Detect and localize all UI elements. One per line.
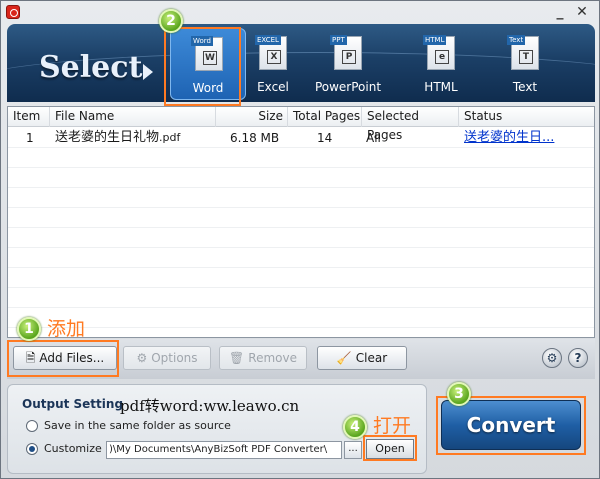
cell-item: 1 [26, 131, 34, 145]
radio-same-folder[interactable] [26, 420, 38, 432]
format-tag: HTML [423, 35, 447, 45]
format-tag: Text [507, 35, 526, 45]
table-row[interactable]: 1 送老婆的生日礼物.pdf 6.18 MB 14 All 送老婆的生日... [8, 128, 594, 148]
text-doc-icon: Text T [507, 35, 539, 70]
remove-button[interactable]: 🗑 Remove [219, 346, 307, 370]
clear-button[interactable]: 🧹 Clear [317, 346, 407, 370]
cell-file-name: 送老婆的生日礼物.pdf [55, 128, 180, 148]
file-table[interactable]: Item File Name Size Total Pages Selected… [7, 106, 595, 338]
format-label: Text [512, 80, 538, 94]
format-text-button[interactable]: Text T Text [487, 28, 563, 100]
remove-label: Remove [248, 351, 297, 365]
format-html-button[interactable]: HTML e HTML [403, 28, 479, 100]
output-path-field[interactable]: )\My Documents\AnyBizSoft PDF Converter\ [106, 441, 342, 459]
cell-size: 6.18 MB [230, 131, 280, 145]
excel-doc-icon: EXCEL X [255, 35, 287, 70]
file-ext-text: .pdf [159, 131, 181, 144]
cell-status-link[interactable]: 送老婆的生日... [464, 128, 554, 148]
browse-button[interactable]: ... [344, 441, 362, 459]
column-header-status[interactable]: Status [459, 107, 595, 127]
step-1-note: 添加 [47, 318, 86, 340]
options-label: Options [151, 351, 198, 365]
broom-icon: 🧹 [336, 351, 352, 365]
gear-icon: ⚙ [136, 351, 148, 365]
title-bar: _ ✕ [1, 1, 599, 23]
step-4-badge: 4 [343, 415, 367, 439]
trash-icon: 🗑 [229, 351, 245, 365]
table-row [8, 248, 594, 268]
highlight-add-files [7, 340, 119, 377]
cell-selected-pages: All [366, 131, 381, 145]
format-glyph: e [435, 50, 449, 64]
same-folder-label[interactable]: Save in the same folder as source [44, 419, 231, 432]
table-header: Item File Name Size Total Pages Selected… [8, 107, 595, 142]
options-button[interactable]: ⚙ Options [123, 346, 211, 370]
table-row [8, 148, 594, 168]
cell-total-pages: 14 [317, 131, 333, 145]
table-row [8, 288, 594, 308]
highlight-word [164, 27, 241, 106]
step-1-badge: 1 [17, 317, 41, 341]
step-4-note: 打开 [373, 415, 412, 437]
format-label: Excel [257, 80, 289, 94]
format-label: PowerPoint [314, 80, 382, 94]
help-button[interactable]: ? [568, 348, 588, 368]
radio-customize[interactable] [26, 443, 38, 455]
table-row [8, 168, 594, 188]
format-tag: EXCEL [255, 35, 281, 45]
customize-label[interactable]: Customize [44, 442, 102, 455]
format-tag: PPT [330, 35, 347, 45]
table-row [8, 308, 594, 328]
app-logo-icon [6, 5, 20, 19]
table-row [8, 188, 594, 208]
format-excel-button[interactable]: EXCEL X Excel [235, 28, 311, 100]
app-window: _ ✕ Select Word W Word EXCEL X Excel PPT… [0, 0, 600, 479]
column-header-selected-pages[interactable]: Selected Pages [362, 107, 459, 142]
html-doc-icon: HTML e [423, 35, 455, 70]
file-name-text: 送老婆的生日礼物 [55, 130, 160, 145]
step-3-badge: 3 [447, 382, 471, 406]
select-label: Select [39, 50, 143, 85]
format-label: HTML [424, 80, 458, 94]
wrench-icon: ⚙ [546, 351, 558, 365]
help-icon: ? [574, 351, 582, 365]
settings-button[interactable]: ⚙ [542, 348, 562, 368]
close-button[interactable]: ✕ [573, 3, 591, 21]
format-glyph: P [342, 50, 356, 64]
table-row [8, 268, 594, 288]
output-website-note: pdf转word:ww.leawo.cn [120, 397, 300, 415]
output-setting-title: Output Setting [22, 397, 124, 411]
arrow-right-icon [143, 64, 153, 80]
powerpoint-doc-icon: PPT P [330, 35, 362, 70]
highlight-open [363, 435, 417, 461]
column-header-file-name[interactable]: File Name [50, 107, 216, 127]
step-2-badge: 2 [159, 9, 183, 33]
format-glyph: X [267, 50, 281, 64]
clear-label: Clear [355, 351, 388, 365]
minimize-button[interactable]: _ [551, 3, 569, 21]
column-header-total-pages[interactable]: Total Pages [288, 107, 362, 127]
table-row [8, 228, 594, 248]
column-header-item[interactable]: Item [8, 107, 50, 127]
format-powerpoint-button[interactable]: PPT P PowerPoint [310, 28, 386, 100]
format-banner: Select Word W Word EXCEL X Excel PPT P P… [7, 24, 595, 102]
format-glyph: T [519, 50, 533, 64]
table-row [8, 208, 594, 228]
column-header-size[interactable]: Size [216, 107, 288, 127]
